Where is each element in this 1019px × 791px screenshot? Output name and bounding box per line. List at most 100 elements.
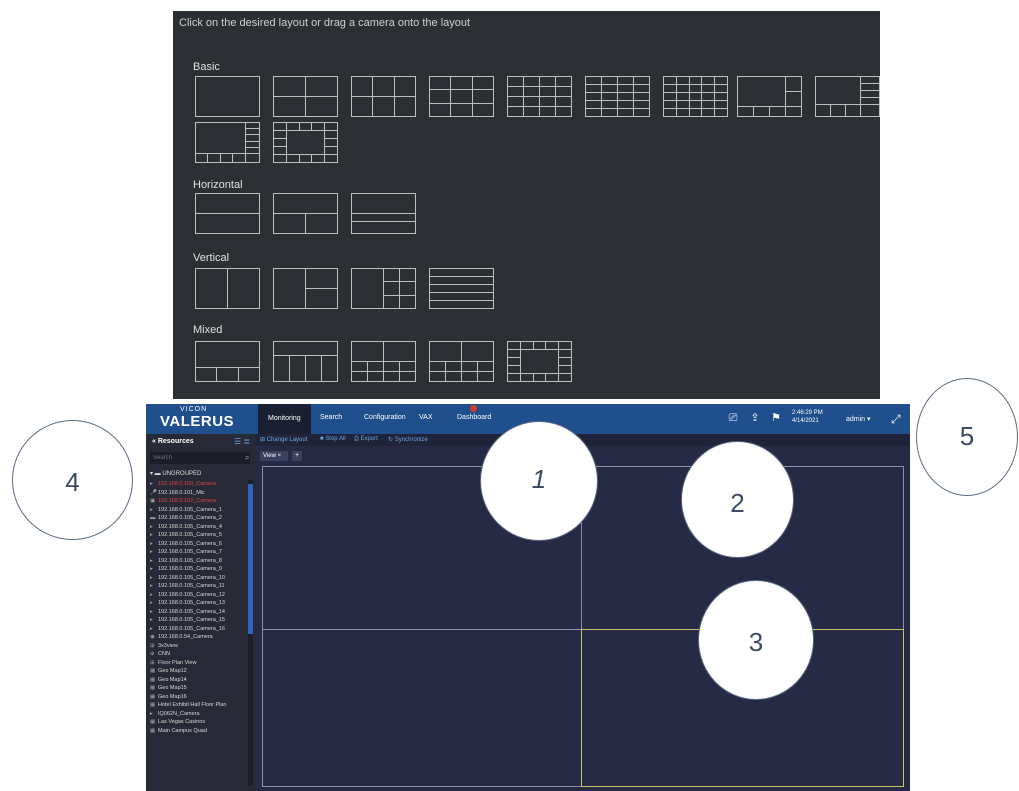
search-icon[interactable]: ⌕ [245,453,249,463]
resource-item[interactable]: ▸ 192.168.0.105_Camera_6 [150,540,248,549]
resource-item[interactable]: ◉ 192.168.0.54_Camera [150,633,248,642]
resource-type-icon: ▦ [150,668,156,674]
video-tile[interactable] [262,629,582,787]
layout-option[interactable] [273,76,338,117]
resource-item[interactable]: ▸ 192.168.0.105_Camera_8 [150,557,248,566]
resource-type-icon: ▸ [150,591,153,598]
layout-option[interactable] [507,76,572,117]
resource-item[interactable]: ▸ 192.168.0.105_Camera_4 [150,523,248,532]
resource-type-icon: ▸ [150,710,153,717]
layout-option[interactable] [273,122,338,163]
resource-item[interactable]: ⊕ CNN [150,650,248,659]
resource-item[interactable]: ▦ Las Vegas Casinos [150,718,248,727]
resource-label: Floor Plan View [158,659,197,666]
layout-option[interactable] [195,268,260,309]
layout-option[interactable] [195,76,260,117]
stop-all-button[interactable]: ■ Stop All [320,436,346,442]
resource-item[interactable]: ▦ Geo Map15 [150,684,248,693]
resource-label: 192.168.0.105_Camera_12 [158,591,225,598]
layout-option[interactable] [351,193,416,234]
resource-label: 192.168.0.102_Camera [158,498,216,504]
resource-item[interactable]: ▸ 192.168.0.105_Camera_1 [150,506,248,515]
synchronize-button[interactable]: ↻ Synchronize [388,436,428,443]
resource-label: 192.168.0.54_Camera [158,634,213,640]
search-input[interactable] [150,452,250,464]
resource-item[interactable]: ▦ Main Campus Quad [150,727,248,736]
section-basic: Basic [193,61,220,73]
resource-item[interactable]: ▸ 192.168.0.105_Camera_16 [150,625,248,634]
group-ungrouped[interactable]: ▾ ▬ UNGROUPED [150,470,201,477]
nav-dashboard[interactable]: Dashboard [457,414,491,421]
nav-vax[interactable]: VAX [419,414,433,421]
resource-item[interactable]: ▸ 192.168.0.105_Camera_13 [150,599,248,608]
resource-item[interactable]: ▸ 192.168.0.105_Camera_7 [150,548,248,557]
resource-item[interactable]: ⊞ Floor Plan View [150,659,248,668]
resource-item[interactable]: ▸ 192.168.0.105_Camera_14 [150,608,248,617]
resource-label: 192.168.0.105_Camera_1 [158,506,222,513]
nav-search[interactable]: Search [320,414,342,421]
resource-item[interactable]: ▦ Geo Map12 [150,667,248,676]
resource-type-icon: ▦ [150,702,156,708]
resource-item[interactable]: ▣ 192.168.0.102_Camera [150,497,248,506]
resource-item[interactable]: ▦ Geo Map16 [150,693,248,702]
section-horizontal: Horizontal [193,179,243,191]
layout-option[interactable] [429,76,494,117]
nav-configuration[interactable]: Configuration [364,414,406,421]
callout-5: 5 [916,378,1018,496]
share-icon[interactable]: ⇪ [748,412,762,424]
resource-type-icon: ▸ [150,566,153,572]
export-button[interactable]: ⎙ Export [354,436,378,443]
layout-option[interactable] [585,76,650,117]
resource-item[interactable]: ▬ 192.168.0.105_Camera_2 [150,514,248,523]
layout-option[interactable] [273,341,338,382]
resource-item[interactable]: ▸ 192.168.0.100_Camera [150,480,248,489]
view-mode-icons[interactable]: ☰ ≣ [234,437,250,446]
user-menu[interactable]: admin ▾ [846,415,871,423]
layout-option[interactable] [273,268,338,309]
layout-option[interactable] [351,76,416,117]
scrollbar-thumb[interactable] [248,484,253,634]
layout-option[interactable] [195,122,260,163]
resource-label: 192.168.0.105_Camera_11 [158,583,225,589]
resource-type-icon: ▦ [150,719,156,725]
layout-option[interactable] [815,76,880,117]
layout-option[interactable] [273,193,338,234]
layout-option[interactable] [737,76,802,117]
resource-type-icon: 🎤 [150,489,157,496]
resource-item[interactable]: ▦ Geo Map14 [150,676,248,685]
resource-type-icon: ⊕ [150,651,155,657]
resource-item[interactable]: 🎤192.168.0.101_Mic [150,489,248,498]
resource-type-icon: ▸ [150,617,153,623]
resource-item[interactable]: ▸ 192.168.0.105_Camera_9 [150,565,248,574]
resource-item[interactable]: ▸ 192.168.0.105_Camera_5 [150,531,248,540]
resources-title[interactable]: « Resources [152,438,194,445]
nav-monitoring[interactable]: Monitoring [258,404,311,434]
add-tab-button[interactable]: + [292,451,302,461]
layout-picker-panel: Click on the desired layout or drag a ca… [173,11,880,399]
fullscreen-icon[interactable]: ⤢ [891,412,905,426]
layout-option[interactable] [195,193,260,234]
resource-item[interactable]: ▸ 192.168.0.105_Camera_10 [150,574,248,583]
flag-icon[interactable]: ⚑ [769,412,783,424]
layout-option[interactable] [507,341,572,382]
resource-item[interactable]: ⊞ 3x3view [150,642,248,651]
layout-option[interactable] [351,341,416,382]
resource-item[interactable]: ▸ 192.168.0.105_Camera_12 [150,591,248,600]
valerus-logo: VICON VALERUS [160,406,235,430]
tab-view[interactable]: View × [260,451,288,461]
callout-3: 3 [698,580,814,700]
layout-option[interactable] [429,341,494,382]
layout-option[interactable] [429,268,494,309]
resource-item[interactable]: ▸ 192.168.0.105_Camera_15 [150,616,248,625]
layout-option[interactable] [663,76,728,117]
resource-item[interactable]: ▸ 192.168.0.105_Camera_11 [150,582,248,591]
resource-item[interactable]: ▸ IQ062N_Camera [150,710,248,719]
resource-label: Las Vegas Casinos [158,719,206,725]
change-layout-button[interactable]: ⊞ Change Layout [260,436,307,443]
layout-option[interactable] [351,268,416,309]
resource-item[interactable]: ▦ Hotel Exhibit Hall Floor Plan [150,701,248,710]
monitor-icon[interactable]: ⎚ [726,412,740,424]
resource-type-icon: ▦ [150,727,156,734]
resource-type-icon: ▸ [150,625,153,632]
layout-option[interactable] [195,341,260,382]
